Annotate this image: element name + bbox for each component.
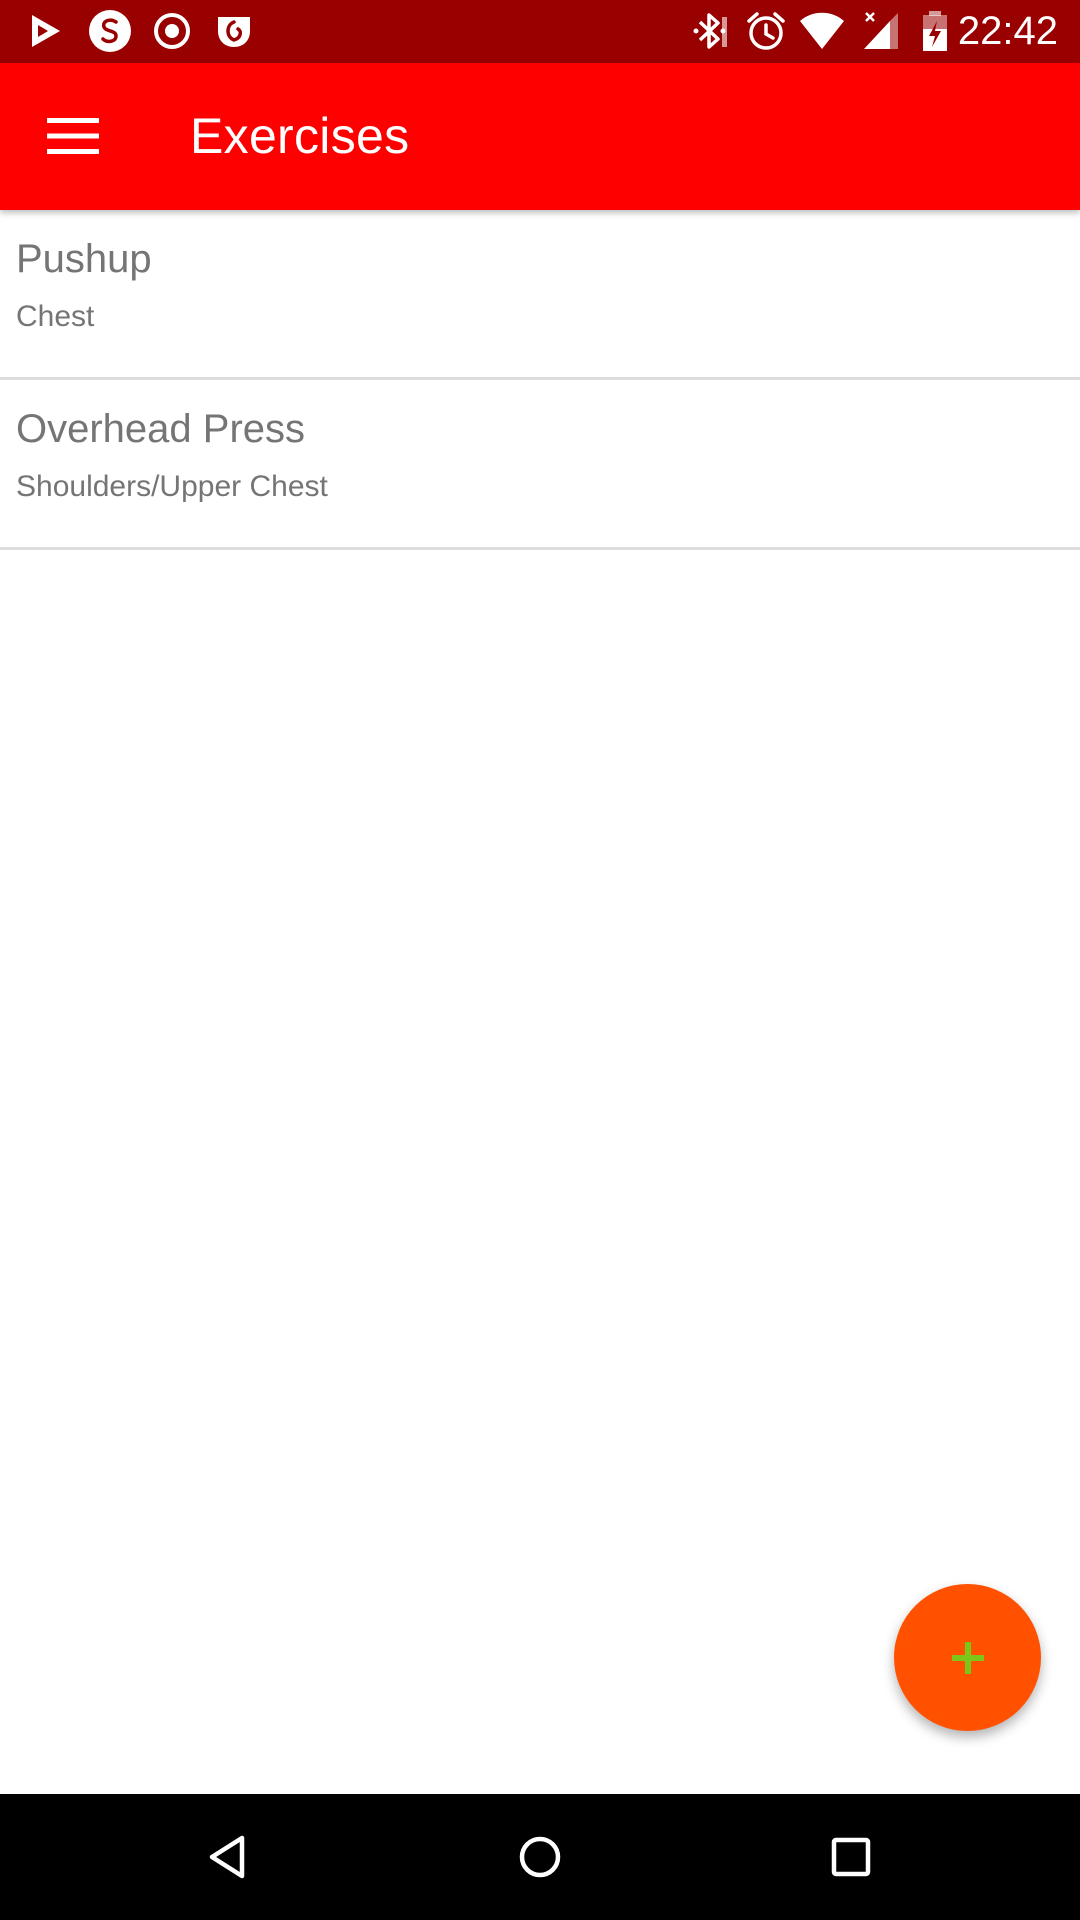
exercise-muscle-group: Shoulders/Upper Chest bbox=[16, 470, 328, 503]
pocket-notification-icon bbox=[214, 8, 254, 54]
s-app-notification-icon bbox=[88, 8, 132, 54]
app-bar: Exercises bbox=[0, 63, 1080, 210]
battery-charging-icon bbox=[920, 8, 950, 54]
bluetooth-icon bbox=[688, 8, 732, 54]
status-time: 22:42 bbox=[957, 9, 1058, 53]
add-exercise-button[interactable] bbox=[894, 1584, 1041, 1731]
plus-icon bbox=[951, 1641, 984, 1674]
navigation-bar bbox=[0, 1794, 1080, 1920]
record-notification-icon bbox=[152, 8, 192, 54]
exercise-name: Pushup bbox=[16, 237, 152, 281]
home-icon bbox=[519, 1836, 561, 1878]
exercise-muscle-group: Chest bbox=[16, 300, 95, 333]
page-title: Exercises bbox=[190, 108, 410, 164]
exercise-name: Overhead Press bbox=[16, 407, 306, 451]
list-item-overhead-press[interactable]: Overhead Press Shoulders/Upper Chest bbox=[0, 380, 1080, 550]
status-bar: 22:42 bbox=[0, 0, 1080, 63]
hamburger-menu-icon bbox=[47, 118, 99, 154]
cellular-signal-icon bbox=[860, 8, 904, 54]
list-item-pushup[interactable]: Pushup Chest bbox=[0, 210, 1080, 380]
menu-button[interactable] bbox=[28, 91, 118, 181]
alarm-icon bbox=[744, 8, 788, 54]
exercise-list: Pushup Chest Overhead Press Shoulders/Up… bbox=[0, 210, 1080, 550]
home-button[interactable] bbox=[500, 1817, 580, 1897]
screen: 22:42 Exercises Pushup Chest Overhead Pr… bbox=[0, 0, 1080, 1920]
wifi-icon bbox=[798, 8, 846, 54]
back-icon bbox=[209, 1835, 245, 1879]
back-button[interactable] bbox=[189, 1817, 269, 1897]
play-store-notification-icon bbox=[26, 8, 66, 54]
recents-button[interactable] bbox=[811, 1817, 891, 1897]
recents-icon bbox=[831, 1837, 871, 1877]
